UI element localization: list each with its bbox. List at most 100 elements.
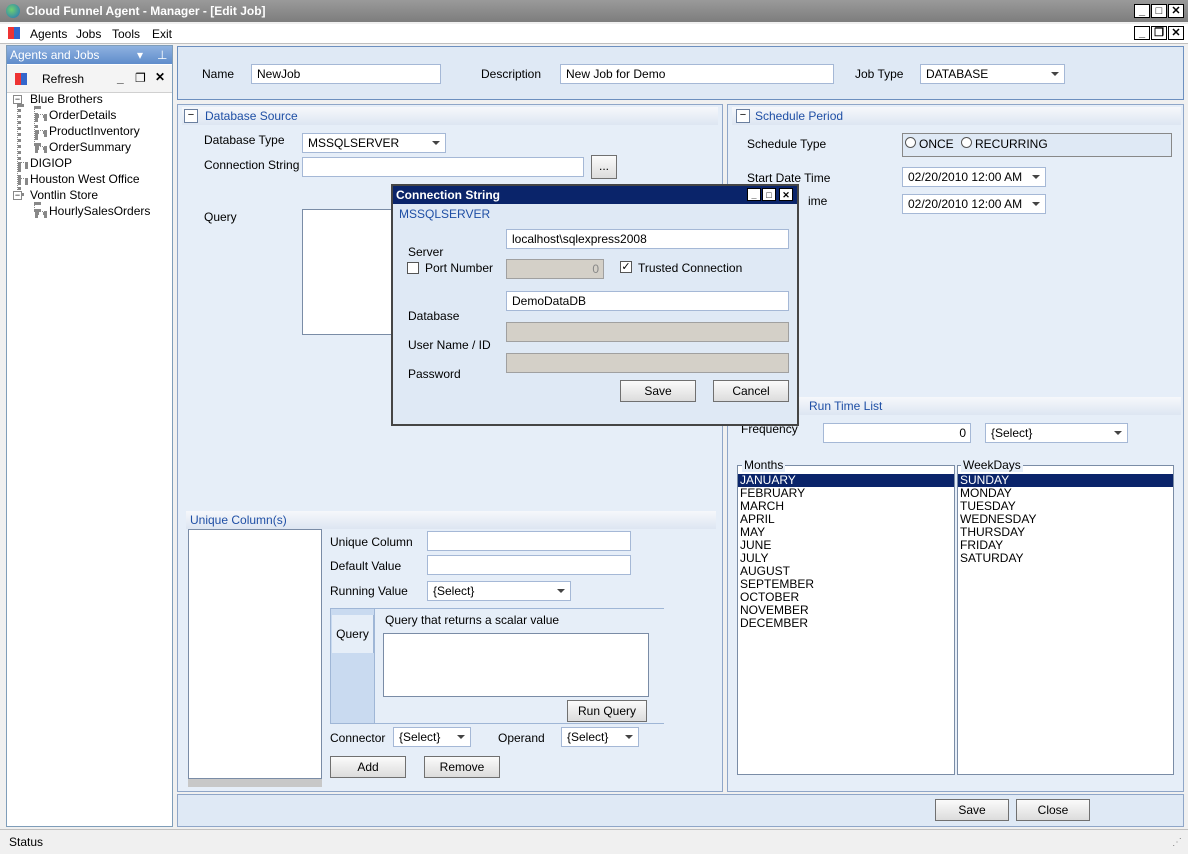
tree-node-ordersummary[interactable]: OrderSummary bbox=[49, 140, 131, 154]
dialog-close-icon[interactable]: ✕ bbox=[779, 188, 793, 201]
collapse-icon[interactable]: − bbox=[13, 191, 22, 200]
mdi-minimize-icon[interactable]: _ bbox=[1134, 26, 1150, 40]
panel-close-icon[interactable]: ✕ bbox=[155, 70, 165, 84]
weekday-item[interactable]: SATURDAY bbox=[958, 552, 1173, 565]
window-title: Cloud Funnel Agent - Manager - [Edit Job… bbox=[26, 4, 266, 18]
month-item[interactable]: DECEMBER bbox=[738, 617, 954, 630]
save-button[interactable]: Save bbox=[935, 799, 1009, 821]
panel-restore-icon[interactable]: ❐ bbox=[135, 71, 146, 85]
menu-exit[interactable]: Exit bbox=[152, 27, 172, 41]
description-input[interactable]: New Job for Demo bbox=[560, 64, 834, 84]
mdi-close-icon[interactable]: ✕ bbox=[1168, 26, 1184, 40]
job-type-value: DATABASE bbox=[926, 67, 989, 81]
month-item[interactable]: JUNE bbox=[738, 539, 954, 552]
tree-line bbox=[35, 146, 47, 150]
tree-node-vontlin-store[interactable]: Vontlin Store bbox=[30, 188, 98, 202]
tree-node-orderdetails[interactable]: OrderDetails bbox=[49, 108, 116, 122]
resize-grip-icon[interactable]: ⋰ bbox=[1172, 837, 1182, 848]
tree-node-productinventory[interactable]: ProductInventory bbox=[49, 124, 140, 138]
start-date-picker[interactable]: 02/20/2010 12:00 AM bbox=[902, 167, 1046, 187]
month-item[interactable]: APRIL bbox=[738, 513, 954, 526]
unique-columns-title: Unique Column(s) bbox=[190, 513, 287, 527]
tree-node-digiop[interactable]: DIGIOP bbox=[30, 156, 72, 170]
unique-column-label: Unique Column bbox=[330, 535, 413, 549]
user-name-input[interactable] bbox=[506, 322, 789, 342]
tab-query[interactable]: Query bbox=[332, 615, 374, 653]
menu-tools[interactable]: Tools bbox=[112, 27, 140, 41]
mdi-restore-icon[interactable]: ❐ bbox=[1151, 26, 1167, 40]
recurring-label[interactable]: RECURRING bbox=[975, 137, 1048, 151]
end-date-label: ime bbox=[808, 194, 828, 208]
chevron-down-icon bbox=[1051, 72, 1059, 76]
unique-columns-list[interactable] bbox=[188, 529, 322, 779]
collapse-icon[interactable]: − bbox=[736, 109, 750, 123]
unique-column-input[interactable] bbox=[427, 531, 631, 551]
once-label[interactable]: ONCE bbox=[919, 137, 954, 151]
close-icon[interactable]: ✕ bbox=[1168, 4, 1184, 18]
status-text: Status bbox=[9, 835, 44, 849]
password-input[interactable] bbox=[506, 353, 789, 373]
menu-jobs[interactable]: Jobs bbox=[76, 27, 101, 41]
scalar-query-textarea[interactable] bbox=[383, 633, 649, 697]
frequency-select[interactable]: {Select} bbox=[985, 423, 1128, 443]
operand-select[interactable]: {Select} bbox=[561, 727, 639, 747]
add-button[interactable]: Add bbox=[330, 756, 406, 778]
server-input[interactable]: localhost\sqlexpress2008 bbox=[506, 229, 789, 249]
horizontal-scrollbar[interactable] bbox=[188, 779, 322, 787]
connector-select[interactable]: {Select} bbox=[393, 727, 471, 747]
maximize-icon[interactable]: □ bbox=[1151, 4, 1167, 18]
browse-button[interactable]: ... bbox=[591, 155, 617, 179]
name-input[interactable]: NewJob bbox=[251, 64, 441, 84]
schedule-type-group: ONCE RECURRING bbox=[902, 133, 1172, 157]
collapse-icon[interactable]: − bbox=[184, 109, 198, 123]
remove-button[interactable]: Remove bbox=[424, 756, 500, 778]
refresh-button[interactable]: Refresh bbox=[42, 72, 84, 86]
panel-minimize-icon[interactable]: _ bbox=[117, 71, 124, 85]
refresh-icon[interactable] bbox=[15, 73, 27, 85]
trusted-connection-checkbox[interactable]: ✓ bbox=[620, 261, 632, 273]
frequency-input[interactable]: 0 bbox=[823, 423, 971, 443]
dialog-minimize-icon[interactable]: _ bbox=[747, 188, 761, 201]
default-value-input[interactable] bbox=[427, 555, 631, 575]
tree-node-hourlysalesorders[interactable]: HourlySalesOrders bbox=[49, 204, 150, 218]
run-query-button[interactable]: Run Query bbox=[567, 700, 647, 722]
recurring-radio[interactable] bbox=[961, 137, 972, 148]
close-button[interactable]: Close bbox=[1016, 799, 1090, 821]
dialog-save-button[interactable]: Save bbox=[620, 380, 696, 402]
menu-bar: Agents Jobs Tools Exit _ ❐ ✕ bbox=[0, 24, 1188, 44]
window-title-bar: Cloud Funnel Agent - Manager - [Edit Job… bbox=[0, 0, 1188, 22]
tree-node-blue-brothers[interactable]: Blue Brothers bbox=[30, 92, 103, 106]
query-textarea[interactable] bbox=[302, 209, 402, 335]
job-type-select[interactable]: DATABASE bbox=[920, 64, 1065, 84]
dialog-maximize-icon[interactable]: □ bbox=[762, 188, 776, 201]
connection-string-input[interactable] bbox=[302, 157, 584, 177]
end-date-picker[interactable]: 02/20/2010 12:00 AM bbox=[902, 194, 1046, 214]
chevron-down-icon bbox=[1032, 202, 1040, 206]
months-list[interactable]: JANUARY FEBRUARY MARCH APRIL MAY JUNE JULY AUGU… bbox=[737, 465, 955, 775]
tree-line bbox=[35, 211, 47, 215]
once-radio[interactable] bbox=[905, 137, 916, 148]
tree-line bbox=[35, 114, 47, 118]
port-number-input[interactable]: 0 bbox=[506, 259, 604, 279]
database-input[interactable]: DemoDataDB bbox=[506, 291, 789, 311]
tree-line bbox=[17, 104, 21, 196]
user-name-label: User Name / ID bbox=[408, 338, 491, 352]
minimize-icon[interactable]: _ bbox=[1134, 4, 1150, 18]
weekdays-list[interactable]: SUNDAY MONDAY TUESDAY WEDNESDAY THURSDAY FRID… bbox=[957, 465, 1174, 775]
unique-columns-header: Unique Column(s) bbox=[186, 511, 716, 529]
frequency-select-value: {Select} bbox=[991, 426, 1033, 440]
menu-agents[interactable]: Agents bbox=[30, 27, 67, 41]
tree-node-houston-west-office[interactable]: Houston West Office bbox=[30, 172, 140, 186]
database-type-select[interactable]: MSSQLSERVER bbox=[302, 133, 446, 153]
default-value-label: Default Value bbox=[330, 559, 402, 573]
pin-icon[interactable]: ⊥ bbox=[157, 46, 167, 64]
running-value-select[interactable]: {Select} bbox=[427, 581, 571, 601]
dialog-title-bar: Connection String bbox=[393, 186, 797, 204]
dialog-cancel-button[interactable]: Cancel bbox=[713, 380, 789, 402]
collapse-icon[interactable]: − bbox=[13, 95, 22, 104]
port-number-checkbox[interactable] bbox=[407, 262, 419, 274]
operand-value: {Select} bbox=[567, 730, 609, 744]
connector-label: Connector bbox=[330, 731, 386, 745]
dropdown-arrow-icon[interactable]: ▾ bbox=[137, 46, 143, 64]
start-date-value: 02/20/2010 12:00 AM bbox=[908, 170, 1023, 184]
